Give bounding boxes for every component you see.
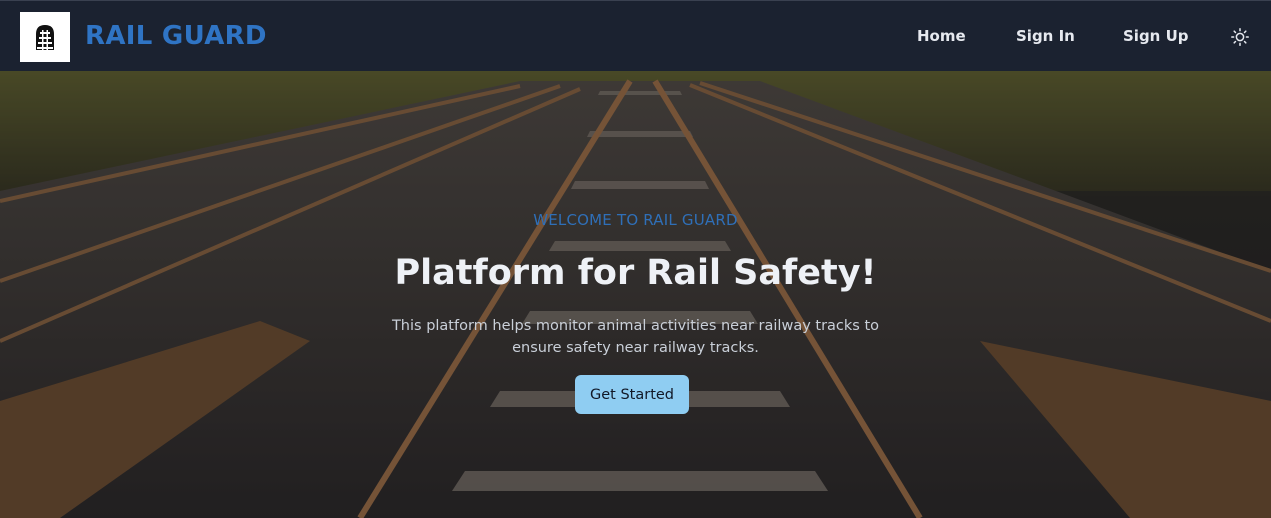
get-started-button[interactable]: Get Started	[575, 375, 689, 414]
hero-section: WELCOME TO RAIL GUARD Platform for Rail …	[0, 71, 1271, 518]
nav-home-link[interactable]: Home	[917, 27, 966, 45]
theme-toggle-button[interactable]	[1229, 26, 1251, 48]
hero-content: WELCOME TO RAIL GUARD Platform for Rail …	[0, 71, 1271, 518]
hero-eyebrow: WELCOME TO RAIL GUARD	[533, 211, 738, 229]
brand-name[interactable]: RAIL GUARD	[85, 21, 267, 51]
nav-sign-up-link[interactable]: Sign Up	[1123, 27, 1189, 45]
sun-icon	[1231, 28, 1249, 46]
top-navbar: RAIL GUARD Home Sign In Sign Up	[0, 0, 1271, 71]
logo[interactable]	[20, 12, 70, 62]
train-track-icon	[36, 25, 54, 50]
hero-description: This platform helps monitor animal activ…	[391, 318, 880, 356]
nav-sign-in-link[interactable]: Sign In	[1016, 27, 1075, 45]
hero-title: Platform for Rail Safety!	[394, 253, 877, 293]
